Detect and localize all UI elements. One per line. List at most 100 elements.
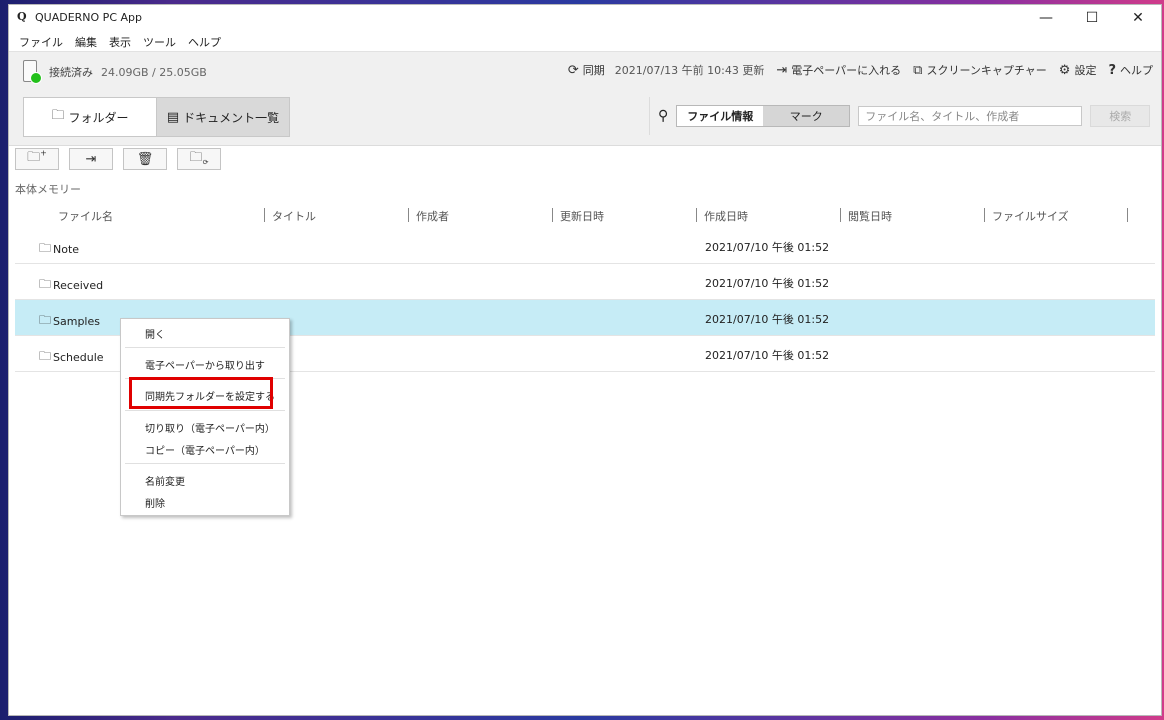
section-label: 本体メモリー <box>15 183 81 196</box>
folder-icon: 🗀 <box>51 108 65 123</box>
column-header-title[interactable]: タイトル <box>272 208 316 224</box>
search-mode-mark[interactable]: マーク <box>763 106 850 126</box>
table-row[interactable]: 🗀 Note 2021/07/10 午後 01:52 <box>15 228 1155 264</box>
table-row[interactable]: 🗀 Received 2021/07/10 午後 01:52 <box>15 264 1155 300</box>
minimize-button[interactable]: — <box>1023 5 1069 31</box>
menu-view[interactable]: 表示 <box>104 31 138 51</box>
divider <box>649 97 650 135</box>
settings-label: 設定 <box>1074 64 1097 77</box>
context-menu-cut[interactable]: 切り取り（電子ペーパー内） <box>145 420 275 435</box>
context-menu-rename[interactable]: 名前変更 <box>145 473 185 488</box>
storage-capacity: 24.09GB / 25.05GB <box>101 66 207 79</box>
sync-icon: ⟳ <box>567 62 579 78</box>
question-icon: ? <box>1108 62 1116 78</box>
context-menu-copy[interactable]: コピー（電子ペーパー内） <box>145 442 265 457</box>
row-created-date: 2021/07/10 午後 01:52 <box>705 241 830 254</box>
gear-icon: ⚙ <box>1058 62 1071 78</box>
sync-folder-button[interactable]: 🗀⟳ <box>177 148 221 170</box>
screen-capture-button[interactable]: ⧉ スクリーンキャプチャー <box>913 62 1047 78</box>
column-divider[interactable] <box>984 208 985 222</box>
folder-icon: 🗀 <box>39 313 52 327</box>
settings-button[interactable]: ⚙ 設定 <box>1059 62 1097 78</box>
help-button[interactable]: ? ヘルプ <box>1108 62 1153 78</box>
row-created-date: 2021/07/10 午後 01:52 <box>705 349 830 362</box>
help-label: ヘルプ <box>1120 64 1153 77</box>
search-input[interactable] <box>858 106 1083 126</box>
status-actions: ⟳ 同期 2021/07/13 午前 10:43 更新 ⇥ 電子ペーパーに入れる… <box>556 62 1153 78</box>
menu-divider <box>125 410 285 411</box>
import-icon: ⇥ <box>776 62 788 78</box>
import-label: 電子ペーパーに入れる <box>791 64 902 77</box>
column-header-created[interactable]: 作成日時 <box>704 208 748 224</box>
capture-label: スクリーンキャプチャー <box>926 64 1047 77</box>
sync-folder-icon: 🗀 <box>39 349 52 363</box>
title-bar: Q QUADERNO PC App — ☐ ✕ <box>9 5 1161 31</box>
new-folder-icon: 🗀+ <box>27 148 47 165</box>
tab-documents[interactable]: ▤ ドキュメント一覧 <box>156 98 289 136</box>
sync-folder-icon: 🗀 <box>39 277 52 291</box>
menu-help[interactable]: ヘルプ <box>183 31 228 51</box>
toolbar: 🗀 フォルダー ▤ ドキュメント一覧 ⚲ ファイル情報 マーク 検索 <box>9 89 1161 146</box>
export-button[interactable]: ⇥ <box>69 148 113 170</box>
menu-edit[interactable]: 編集 <box>70 31 104 51</box>
column-header-modified[interactable]: 更新日時 <box>560 208 604 224</box>
view-tabs: 🗀 フォルダー ▤ ドキュメント一覧 <box>23 97 290 137</box>
import-to-paper-button[interactable]: ⇥ 電子ペーパーに入れる <box>776 62 901 78</box>
close-button[interactable]: ✕ <box>1115 5 1161 31</box>
column-divider[interactable] <box>408 208 409 222</box>
column-header-filesize[interactable]: ファイルサイズ <box>992 208 1069 224</box>
menu-divider <box>125 463 285 464</box>
highlight-box <box>129 377 273 409</box>
connected-status-icon <box>30 72 42 84</box>
tab-folder[interactable]: 🗀 フォルダー <box>24 98 156 136</box>
new-folder-button[interactable]: 🗀+ <box>15 148 59 170</box>
sync-date: 2021/07/13 午前 10:43 更新 <box>614 64 765 77</box>
sync-label: 同期 <box>582 64 605 77</box>
row-created-date: 2021/07/10 午後 01:52 <box>705 277 830 290</box>
status-bar: 接続済み 24.09GB / 25.05GB ⟳ 同期 2021/07/13 午前… <box>9 51 1161 91</box>
tab-folder-label: フォルダー <box>68 110 129 125</box>
connection-info: 接続済み 24.09GB / 25.05GB <box>49 64 207 80</box>
search-area: ⚲ ファイル情報 マーク 検索 <box>649 97 1151 135</box>
context-menu-export[interactable]: 電子ペーパーから取り出す <box>145 357 265 372</box>
document-icon: ▤ <box>166 109 180 125</box>
row-name: Received <box>53 279 104 292</box>
row-name: Note <box>53 243 80 256</box>
column-header-filename[interactable]: ファイル名 <box>58 208 113 224</box>
menu-divider <box>125 347 285 348</box>
screen-capture-icon: ⧉ <box>913 62 923 78</box>
column-divider[interactable] <box>552 208 553 222</box>
search-mode-toggle: ファイル情報 マーク <box>676 105 851 127</box>
row-filename: 🗀 Schedule <box>39 347 104 368</box>
context-menu: 開く 電子ペーパーから取り出す 同期先フォルダーを設定する 切り取り（電子ペーパ… <box>120 318 290 516</box>
trash-icon: 🗑 <box>136 151 154 167</box>
row-name: Samples <box>53 315 100 328</box>
column-divider[interactable] <box>840 208 841 222</box>
search-icon: ⚲ <box>658 108 669 124</box>
delete-button[interactable]: 🗑 <box>123 148 167 170</box>
maximize-button[interactable]: ☐ <box>1069 5 1115 31</box>
file-actions: 🗀+ ⇥ 🗑 🗀⟳ <box>15 148 231 170</box>
column-divider[interactable] <box>264 208 265 222</box>
sync-folder-icon: 🗀⟳ <box>189 150 209 167</box>
row-created-date: 2021/07/10 午後 01:52 <box>705 313 830 326</box>
column-divider[interactable] <box>1127 208 1128 222</box>
menu-file[interactable]: ファイル <box>14 31 70 51</box>
row-filename: 🗀 Samples <box>39 311 100 332</box>
sync-button[interactable]: ⟳ 同期 2021/07/13 午前 10:43 更新 <box>568 62 765 78</box>
connection-status: 接続済み <box>49 66 93 79</box>
menu-tools[interactable]: ツール <box>138 31 183 51</box>
tab-documents-label: ドキュメント一覧 <box>183 110 280 125</box>
context-menu-delete[interactable]: 削除 <box>145 495 165 510</box>
column-divider[interactable] <box>696 208 697 222</box>
search-button[interactable]: 検索 <box>1090 105 1151 127</box>
sync-folder-icon: 🗀 <box>39 241 52 255</box>
search-mode-file-info[interactable]: ファイル情報 <box>677 106 764 126</box>
column-header-author[interactable]: 作成者 <box>416 208 449 224</box>
row-name: Schedule <box>53 351 104 364</box>
export-icon: ⇥ <box>85 151 97 167</box>
menu-bar: ファイル 編集 表示 ツール ヘルプ <box>9 31 1161 51</box>
context-menu-open[interactable]: 開く <box>145 326 165 341</box>
window-title: QUADERNO PC App <box>35 11 142 24</box>
column-header-viewed[interactable]: 閲覧日時 <box>848 208 892 224</box>
